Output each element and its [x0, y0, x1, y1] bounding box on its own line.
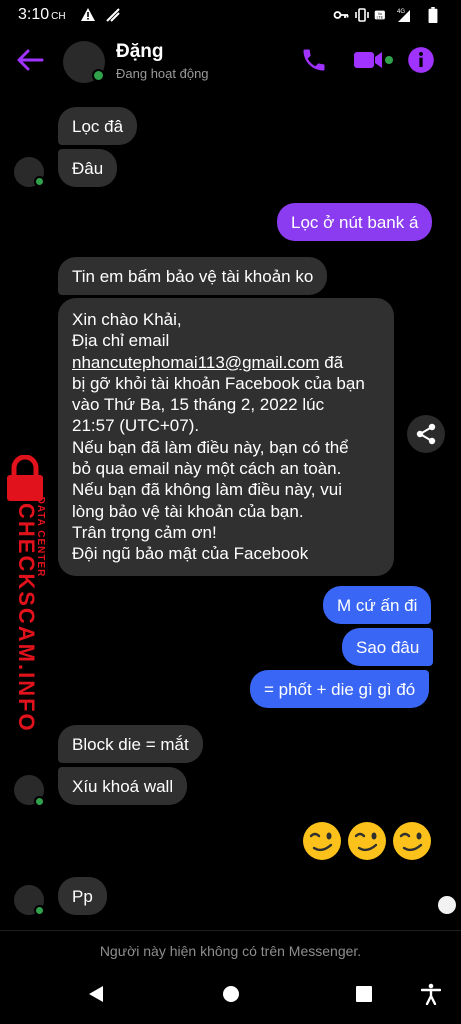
share-icon[interactable]	[407, 415, 445, 453]
watermark-brand: CHECKSCAM.INFO	[14, 503, 39, 733]
message-incoming[interactable]: Block die = mắt	[58, 725, 203, 763]
online-indicator	[34, 905, 45, 916]
message-line: Xin chào Khải,	[72, 310, 182, 329]
key-icon	[333, 11, 349, 19]
online-indicator	[92, 69, 105, 82]
message-outgoing[interactable]: Sao đâu	[342, 628, 434, 666]
no-signal-icon	[106, 8, 120, 22]
back-arrow-icon[interactable]	[16, 48, 44, 72]
divider	[0, 930, 461, 931]
message-line: lòng bảo vệ tài khoản của bạn.	[72, 501, 304, 521]
signal-4g-icon: 4G	[397, 9, 410, 22]
svg-text:LTE: LTE	[377, 16, 384, 20]
message-line: Địa chỉ email	[72, 331, 170, 351]
volte-icon: VoLTE	[374, 10, 385, 20]
svg-text:4G: 4G	[397, 9, 405, 15]
message-outgoing[interactable]: = phốt + die gì gì đó	[250, 670, 430, 708]
nav-back-icon[interactable]	[86, 984, 106, 1004]
video-call-icon[interactable]	[352, 46, 394, 74]
message-line: Nếu bạn đã không làm điều này, vui	[72, 480, 342, 500]
message-outgoing[interactable]: M cứ ấn đi	[323, 586, 432, 624]
read-receipt-dot	[438, 896, 456, 914]
email-link[interactable]: nhancutephomai113@gmail.com	[72, 353, 320, 372]
message-line: bị gỡ khỏi tài khoản Facebook của bạn	[72, 373, 365, 393]
message-line: nhancutephomai113@gmail.com đã	[72, 352, 344, 372]
message-line: Trân trọng cảm ơn!	[72, 522, 217, 542]
winking-face-emoji[interactable]	[347, 821, 387, 861]
vibrate-icon	[355, 8, 369, 22]
message-line: 21:57 (UTC+07).	[72, 416, 200, 436]
message-outgoing[interactable]: Lọc ở nút bank á	[277, 203, 433, 241]
message-line: bỏ qua email này một cách an toàn.	[72, 459, 342, 479]
battery-icon	[428, 7, 438, 23]
message-line: vào Thứ Ba, 15 tháng 2, 2022 lúc	[72, 395, 325, 415]
message-incoming[interactable]: Pp	[58, 877, 107, 915]
message-incoming[interactable]: Tin em bấm bảo vệ tài khoản ko	[58, 257, 328, 295]
message-incoming[interactable]: Xíu khoá wall	[58, 767, 188, 805]
info-icon[interactable]	[407, 46, 435, 74]
online-indicator	[34, 796, 45, 807]
contact-name[interactable]: Đặng	[116, 41, 164, 63]
message-incoming-email[interactable]: Xin chào Khải, Địa chỉ email nhancutepho…	[58, 298, 394, 576]
message-incoming[interactable]: Lọc đâ	[58, 107, 138, 145]
nav-home-icon[interactable]	[221, 984, 241, 1004]
online-indicator	[34, 176, 45, 187]
alert-icon	[81, 8, 95, 21]
winking-face-emoji[interactable]	[392, 821, 432, 861]
message-incoming[interactable]: Đâu	[58, 149, 118, 187]
status-time: 3:10 CH	[18, 6, 66, 23]
winking-face-emoji[interactable]	[302, 821, 342, 861]
message-line: Nếu bạn đã làm điều này, bạn có thể	[72, 437, 349, 457]
phone-icon[interactable]	[300, 46, 328, 74]
accessibility-icon[interactable]	[421, 983, 441, 1005]
nav-recents-icon[interactable]	[355, 985, 373, 1003]
status-bar: 3:10 CH Vo LTE 4G	[0, 0, 461, 30]
contact-status: Đang hoạt động	[116, 66, 209, 81]
unavailable-notice: Người này hiện không có trên Messenger.	[99, 943, 362, 959]
message-line: Đội ngũ bảo mật của Facebook	[72, 544, 309, 564]
